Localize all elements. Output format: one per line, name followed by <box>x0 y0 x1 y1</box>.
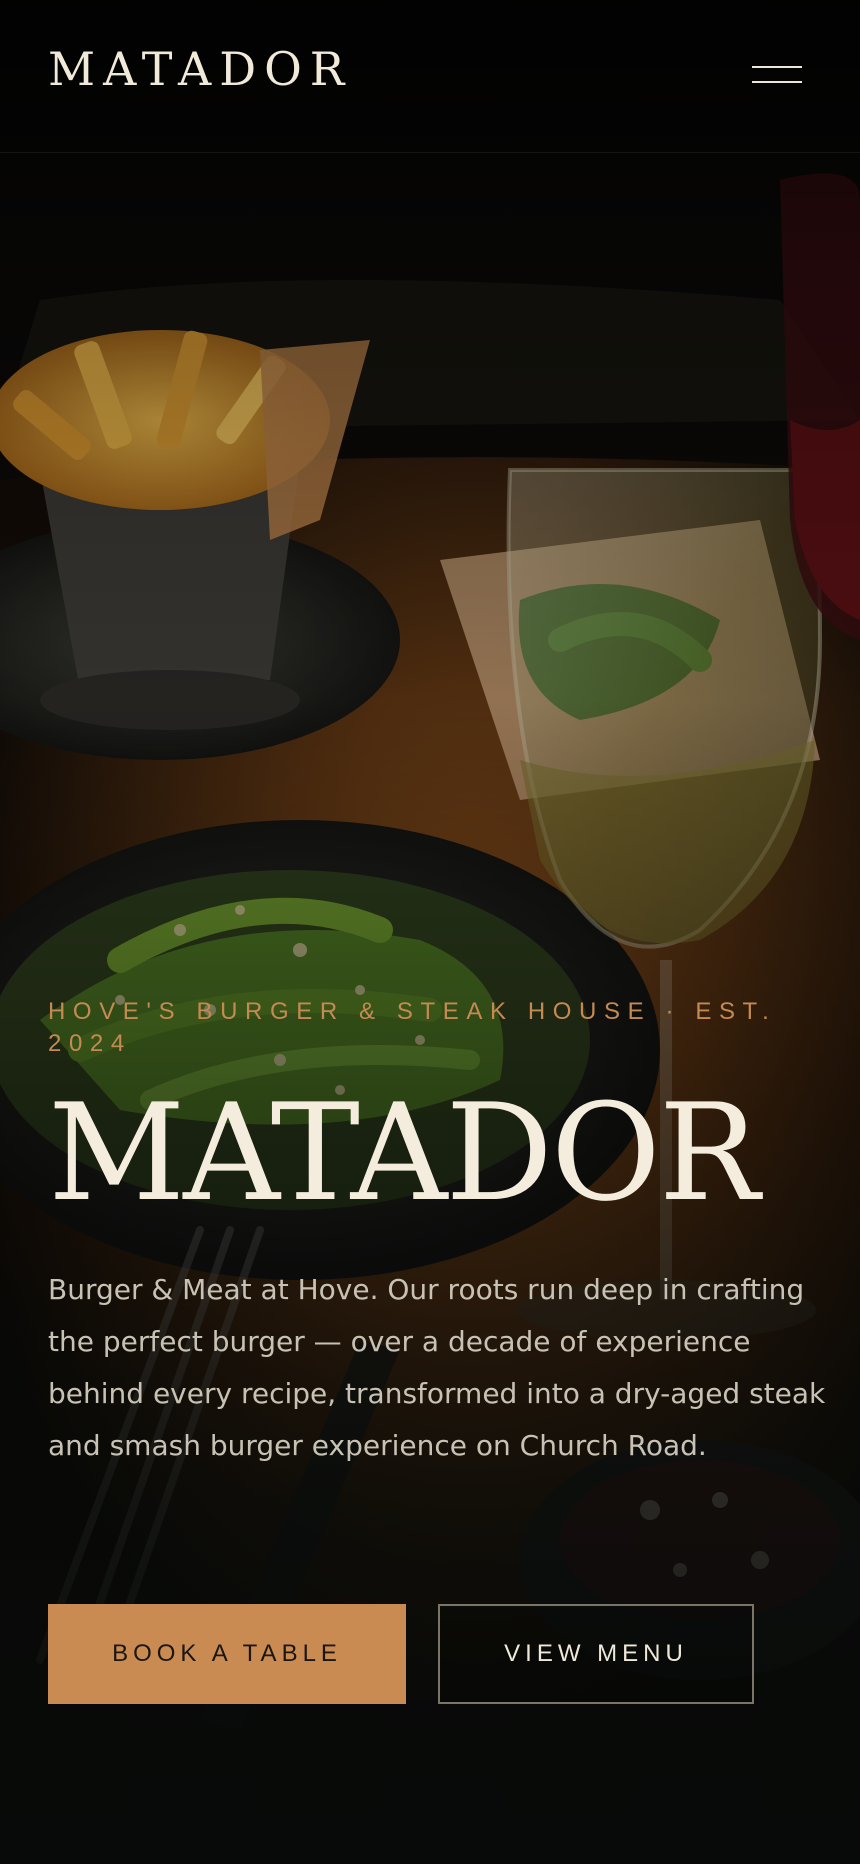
hero-description: Burger & Meat at Hove. Our roots run dee… <box>48 1273 826 1462</box>
landing-page: MATADOR HOVE'S BURGER & STEAK HOUSE · ES… <box>0 0 860 1864</box>
book-a-table-button[interactable]: BOOK A TABLE <box>48 1604 406 1704</box>
hero-dark-overlay <box>0 0 860 1864</box>
hero-section: HOVE'S BURGER & STEAK HOUSE · EST. 2024 … <box>48 996 828 1472</box>
hamburger-menu-icon[interactable] <box>752 62 802 88</box>
view-menu-button[interactable]: VIEW MENU <box>438 1604 754 1704</box>
site-logo[interactable]: MATADOR <box>48 46 352 92</box>
menu-bar-top <box>752 66 802 68</box>
menu-bar-bottom <box>752 81 802 83</box>
hero-title: MATADOR <box>48 1075 760 1231</box>
cta-row: BOOK A TABLE VIEW MENU <box>48 1604 754 1704</box>
site-header: MATADOR <box>0 0 860 153</box>
hero-eyebrow: HOVE'S BURGER & STEAK HOUSE · EST. 2024 <box>48 998 777 1057</box>
